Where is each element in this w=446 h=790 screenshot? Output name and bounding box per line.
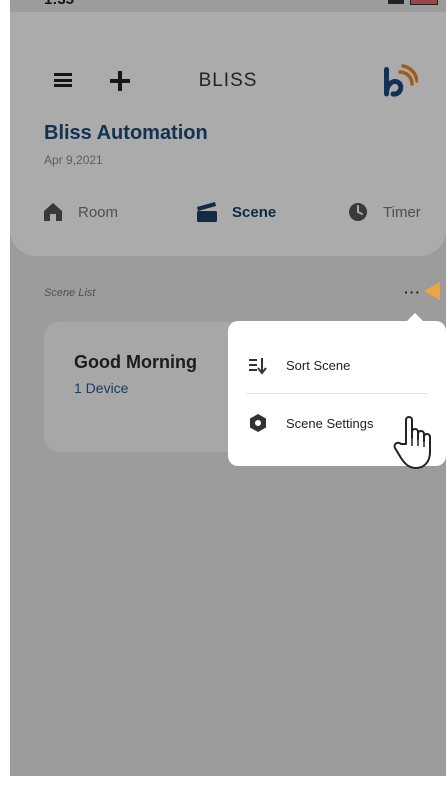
phone-screen: 1:35 BLISS Bliss Automation Apr 9,2021 R… bbox=[10, 0, 446, 776]
hand-pointer-cursor-icon bbox=[393, 416, 431, 469]
menu-divider bbox=[246, 393, 428, 394]
menu-item-sort-scene-label: Sort Scene bbox=[286, 357, 351, 373]
menu-item-scene-settings-label: Scene Settings bbox=[286, 415, 374, 431]
sort-icon bbox=[249, 358, 267, 375]
pointer-arrow-indicator bbox=[424, 282, 440, 300]
hexagon-settings-icon bbox=[250, 414, 266, 432]
menu-pointer bbox=[406, 313, 424, 322]
menu-item-sort-scene[interactable]: Sort Scene bbox=[228, 337, 446, 393]
